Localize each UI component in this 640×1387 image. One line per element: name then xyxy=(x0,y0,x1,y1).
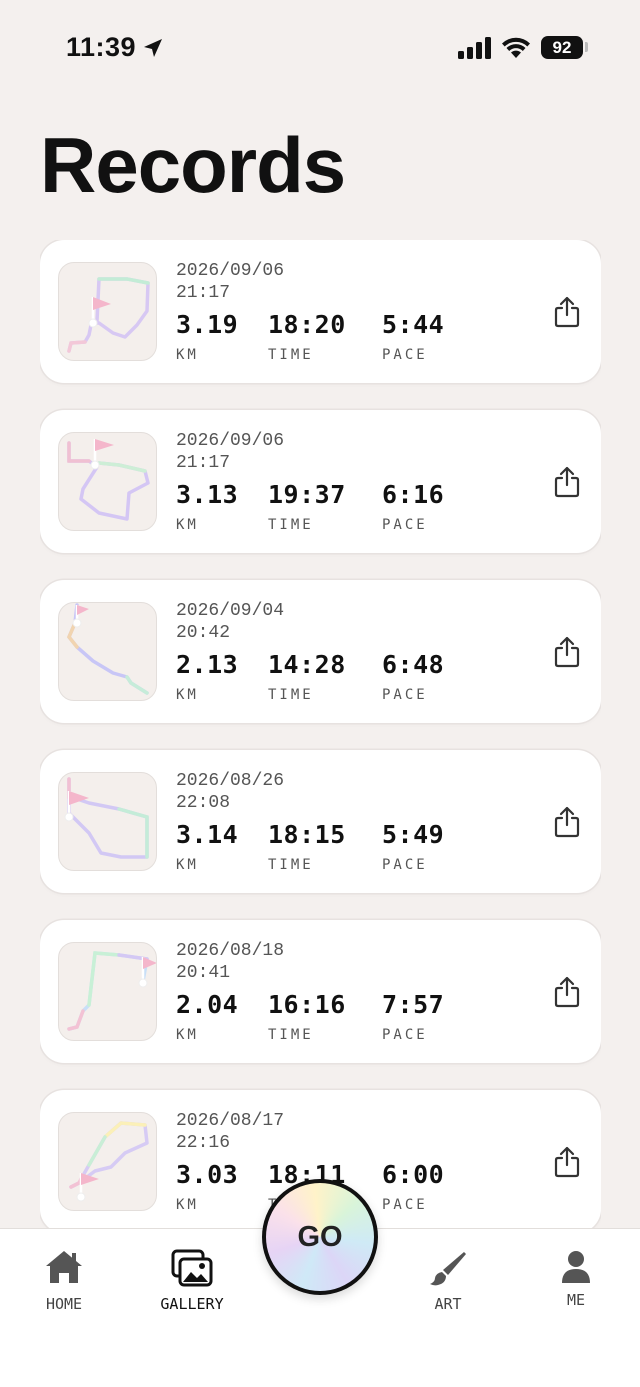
pace-label: PACE xyxy=(382,687,428,703)
person-icon xyxy=(562,1251,590,1283)
record-date: 2026/09/06 xyxy=(176,261,285,281)
record-date: 2026/08/17 xyxy=(176,1111,285,1131)
record-card[interactable]: 2026/09/06 21:17 3.13 19:37 6:16 KM TIME… xyxy=(40,410,601,553)
home-icon xyxy=(46,1251,82,1283)
route-map-icon xyxy=(67,951,156,1031)
share-icon[interactable] xyxy=(553,636,581,668)
record-time: 20:41 xyxy=(176,963,231,983)
time-label: TIME xyxy=(268,517,314,533)
records-list[interactable]: 2026/09/06 21:17 3.19 18:20 5:44 KM TIME… xyxy=(40,240,601,1228)
record-card[interactable]: 2026/09/06 21:17 3.19 18:20 5:44 KM TIME… xyxy=(40,240,601,383)
record-time: 21:17 xyxy=(176,453,231,473)
route-map-icon xyxy=(69,1121,149,1202)
route-thumbnail xyxy=(58,772,157,871)
time-label: TIME xyxy=(268,857,314,873)
distance-label: KM xyxy=(176,517,199,533)
record-date: 2026/08/26 xyxy=(176,771,285,791)
go-button-label: GO xyxy=(297,1220,343,1253)
route-thumbnail xyxy=(58,942,157,1041)
tab-art-label: ART xyxy=(434,1295,462,1313)
route-map-icon xyxy=(64,777,149,859)
location-arrow-icon xyxy=(144,39,162,57)
record-time: 20:42 xyxy=(176,623,231,643)
status-bar: 11:39 92 xyxy=(0,0,640,96)
distance-label: KM xyxy=(176,1197,199,1213)
record-date: 2026/08/18 xyxy=(176,941,285,961)
duration-value: 16:16 xyxy=(268,990,346,1019)
distance-value: 3.19 xyxy=(176,310,239,339)
record-date: 2026/09/04 xyxy=(176,601,285,621)
route-thumbnail xyxy=(58,262,157,361)
record-time: 22:08 xyxy=(176,793,231,813)
tab-me-label: ME xyxy=(566,1291,586,1309)
battery-tip xyxy=(585,42,588,52)
wifi-icon xyxy=(502,37,530,58)
duration-value: 18:15 xyxy=(268,820,346,849)
share-icon[interactable] xyxy=(553,1146,581,1178)
pace-label: PACE xyxy=(382,1027,428,1043)
time-label: TIME xyxy=(268,347,314,363)
distance-label: KM xyxy=(176,857,199,873)
pace-label: PACE xyxy=(382,857,428,873)
route-thumbnail xyxy=(58,432,157,531)
tab-home-label: HOME xyxy=(45,1295,83,1313)
duration-value: 19:37 xyxy=(268,480,346,509)
pace-value: 5:49 xyxy=(382,820,445,849)
distance-value: 3.13 xyxy=(176,480,239,509)
share-icon[interactable] xyxy=(553,466,581,498)
distance-label: KM xyxy=(176,347,199,363)
pace-value: 6:00 xyxy=(382,1160,445,1189)
go-button[interactable]: GO xyxy=(262,1179,378,1295)
record-card[interactable]: 2026/08/26 22:08 3.14 18:15 5:49 KM TIME… xyxy=(40,750,601,893)
tab-gallery[interactable]: GALLERY xyxy=(137,1229,247,1329)
distance-value: 3.14 xyxy=(176,820,239,849)
record-card[interactable]: 2026/09/04 20:42 2.13 14:28 6:48 KM TIME… xyxy=(40,580,601,723)
share-icon[interactable] xyxy=(553,296,581,328)
route-map-icon xyxy=(66,603,149,695)
record-date: 2026/09/06 xyxy=(176,431,285,451)
record-time: 21:17 xyxy=(176,283,231,303)
pace-label: PACE xyxy=(382,517,428,533)
tab-me[interactable]: ME xyxy=(521,1229,631,1329)
pace-label: PACE xyxy=(382,347,428,363)
distance-label: KM xyxy=(176,1027,199,1043)
brush-icon xyxy=(430,1252,466,1286)
route-map-icon xyxy=(67,439,150,521)
share-icon[interactable] xyxy=(553,976,581,1008)
duration-value: 14:28 xyxy=(268,650,346,679)
pace-value: 7:57 xyxy=(382,990,445,1019)
battery-indicator: 92 xyxy=(541,36,583,59)
route-map-icon xyxy=(67,277,150,353)
page-title: Records xyxy=(40,121,346,209)
time-label: TIME xyxy=(268,687,314,703)
gallery-icon xyxy=(171,1249,213,1287)
status-time: 11:39 xyxy=(66,32,137,62)
distance-value: 2.04 xyxy=(176,990,239,1019)
pace-value: 6:48 xyxy=(382,650,445,679)
pace-label: PACE xyxy=(382,1197,428,1213)
distance-value: 3.03 xyxy=(176,1160,239,1189)
cellular-signal-icon xyxy=(458,37,491,59)
share-icon[interactable] xyxy=(553,806,581,838)
record-time: 22:16 xyxy=(176,1133,231,1153)
tab-art[interactable]: ART xyxy=(393,1229,503,1329)
distance-label: KM xyxy=(176,687,199,703)
tab-gallery-label: GALLERY xyxy=(160,1295,224,1313)
distance-value: 2.13 xyxy=(176,650,239,679)
route-thumbnail xyxy=(58,1112,157,1211)
time-label: TIME xyxy=(268,1027,314,1043)
pace-value: 6:16 xyxy=(382,480,445,509)
tab-home[interactable]: HOME xyxy=(9,1229,119,1329)
pace-value: 5:44 xyxy=(382,310,445,339)
duration-value: 18:20 xyxy=(268,310,346,339)
record-card[interactable]: 2026/08/18 20:41 2.04 16:16 7:57 KM TIME… xyxy=(40,920,601,1063)
route-thumbnail xyxy=(58,602,157,701)
